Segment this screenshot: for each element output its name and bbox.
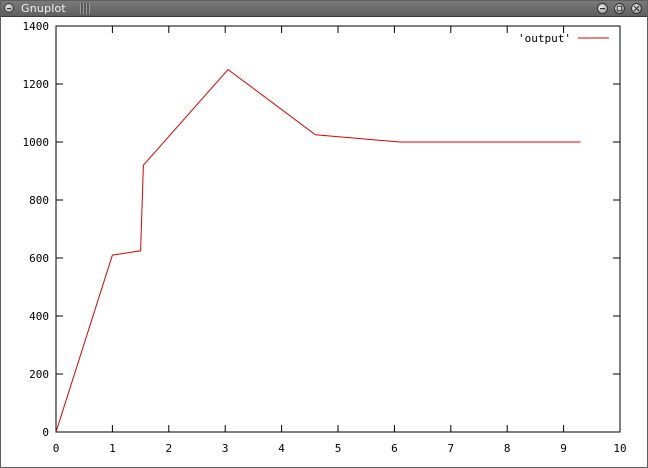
series-group [55,68,581,433]
legend: 'output' [518,32,609,45]
x-tick-label: 7 [447,442,454,455]
x-tick-label: 9 [560,442,567,455]
series-line-output [55,68,581,433]
y-tick-label: 1000 [23,136,50,149]
x-tick-label: 2 [165,442,172,455]
x-tick-label: 6 [391,442,398,455]
x-tick-label: 5 [335,442,342,455]
title-bar[interactable]: Gnuplot [1,1,647,17]
x-tick-label: 4 [278,442,285,455]
legend-label: 'output' [518,32,571,45]
y-tick-label: 1200 [23,78,50,91]
gnuplot-window: Gnuplot 0 200 400 600 800 1000 1200 1400 0 1 2 3 4 5 6… [0,0,648,468]
window-title: Gnuplot [21,2,66,15]
y-tick-label: 0 [42,426,49,439]
x-tick-label: 10 [613,442,626,455]
x-tick-label: 3 [222,442,229,455]
x-tick-label: 1 [109,442,116,455]
x-tick-label: 8 [504,442,511,455]
minimize-icon[interactable] [597,3,608,14]
title-grip-icon [80,3,90,14]
y-tick-label: 600 [29,252,49,265]
y-tick-label: 800 [29,194,49,207]
close-icon[interactable] [631,3,642,14]
y-tick-label: 400 [29,310,49,323]
y-tick-label: 200 [29,368,49,381]
y-tick-label: 1400 [23,20,50,33]
axis-ticks [55,25,621,433]
plot-area: 0 200 400 600 800 1000 1200 1400 0 1 2 3 4 5 6 7 8 9 10 'o… [23,20,627,455]
x-tick-label: 0 [53,442,60,455]
tick-labels: 0 200 400 600 800 1000 1200 1400 0 1 2 3 4 5 6 7 8 9 10 [23,20,627,455]
window-menu-icon[interactable] [4,3,14,13]
plot-frame [55,25,621,433]
maximize-icon[interactable] [614,3,625,14]
